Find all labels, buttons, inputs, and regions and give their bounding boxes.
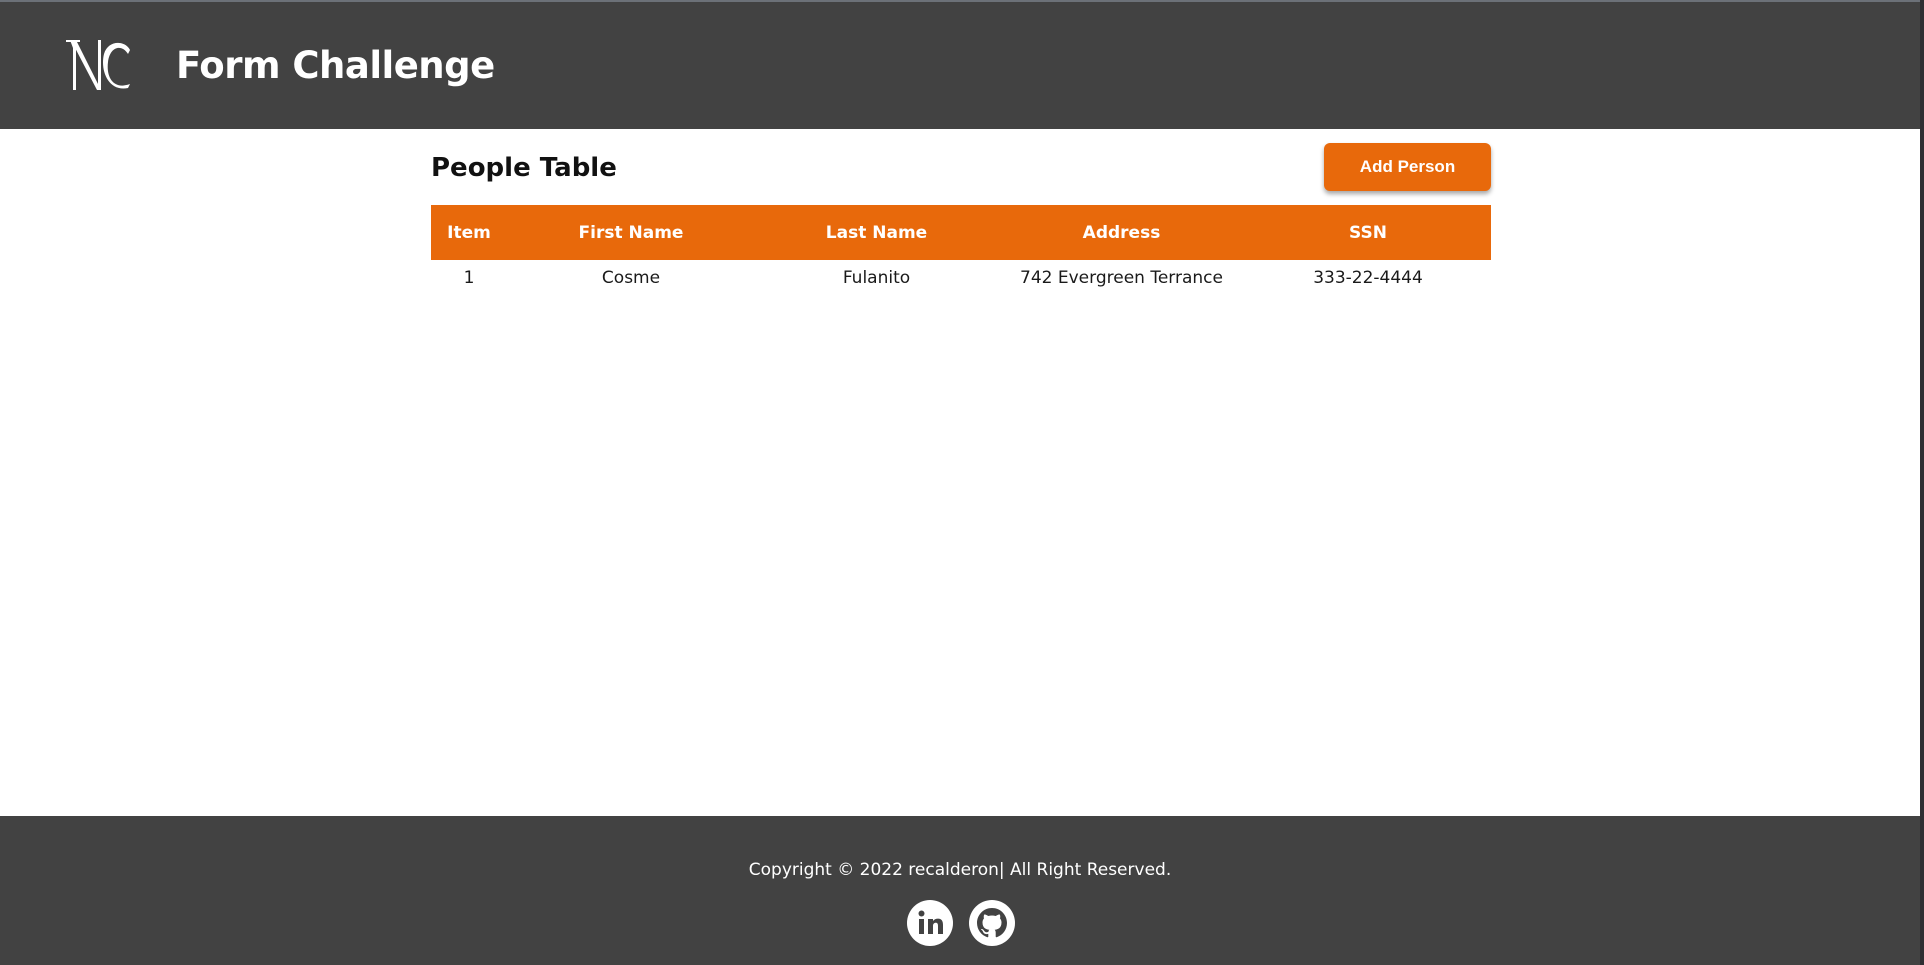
add-person-button[interactable]: Add Person <box>1324 143 1491 191</box>
linkedin-icon[interactable] <box>907 900 953 946</box>
cell-last-name: Fulanito <box>842 268 911 288</box>
column-header-first-name[interactable]: First Name <box>507 205 755 260</box>
table-header-row: Item First Name Last Name Address SSN <box>431 205 1491 260</box>
logo: NC <box>64 36 130 90</box>
column-header-address[interactable]: Address <box>998 205 1245 260</box>
cell-ssn: 333-22-4444 <box>1313 268 1423 288</box>
github-icon[interactable] <box>969 900 1015 946</box>
column-header-last-name[interactable]: Last Name <box>755 205 998 260</box>
window-right-edge <box>1920 0 1924 965</box>
column-header-ssn[interactable]: SSN <box>1245 205 1491 260</box>
page-title: People Table <box>431 153 617 183</box>
page-footer: Copyright © 2022 recalderon| All Right R… <box>0 816 1920 965</box>
copyright-text: Copyright © 2022 recalderon| All Right R… <box>748 860 1172 880</box>
cell-item: 1 <box>463 268 475 288</box>
cell-address: 742 Evergreen Terrance <box>1020 268 1223 288</box>
column-header-item[interactable]: Item <box>431 205 507 260</box>
page-header: NC Form Challenge <box>0 2 1920 129</box>
logo-text: NC <box>64 36 87 40</box>
app-window: NC Form Challenge People Table Add Perso… <box>0 0 1920 965</box>
table-row[interactable]: 1 Cosme Fulanito 742 Evergreen Terrance … <box>431 260 1491 296</box>
cell-first-name: Cosme <box>601 268 661 288</box>
people-table: Item First Name Last Name Address SSN 1 … <box>431 205 1491 296</box>
app-title: Form Challenge <box>176 44 495 87</box>
